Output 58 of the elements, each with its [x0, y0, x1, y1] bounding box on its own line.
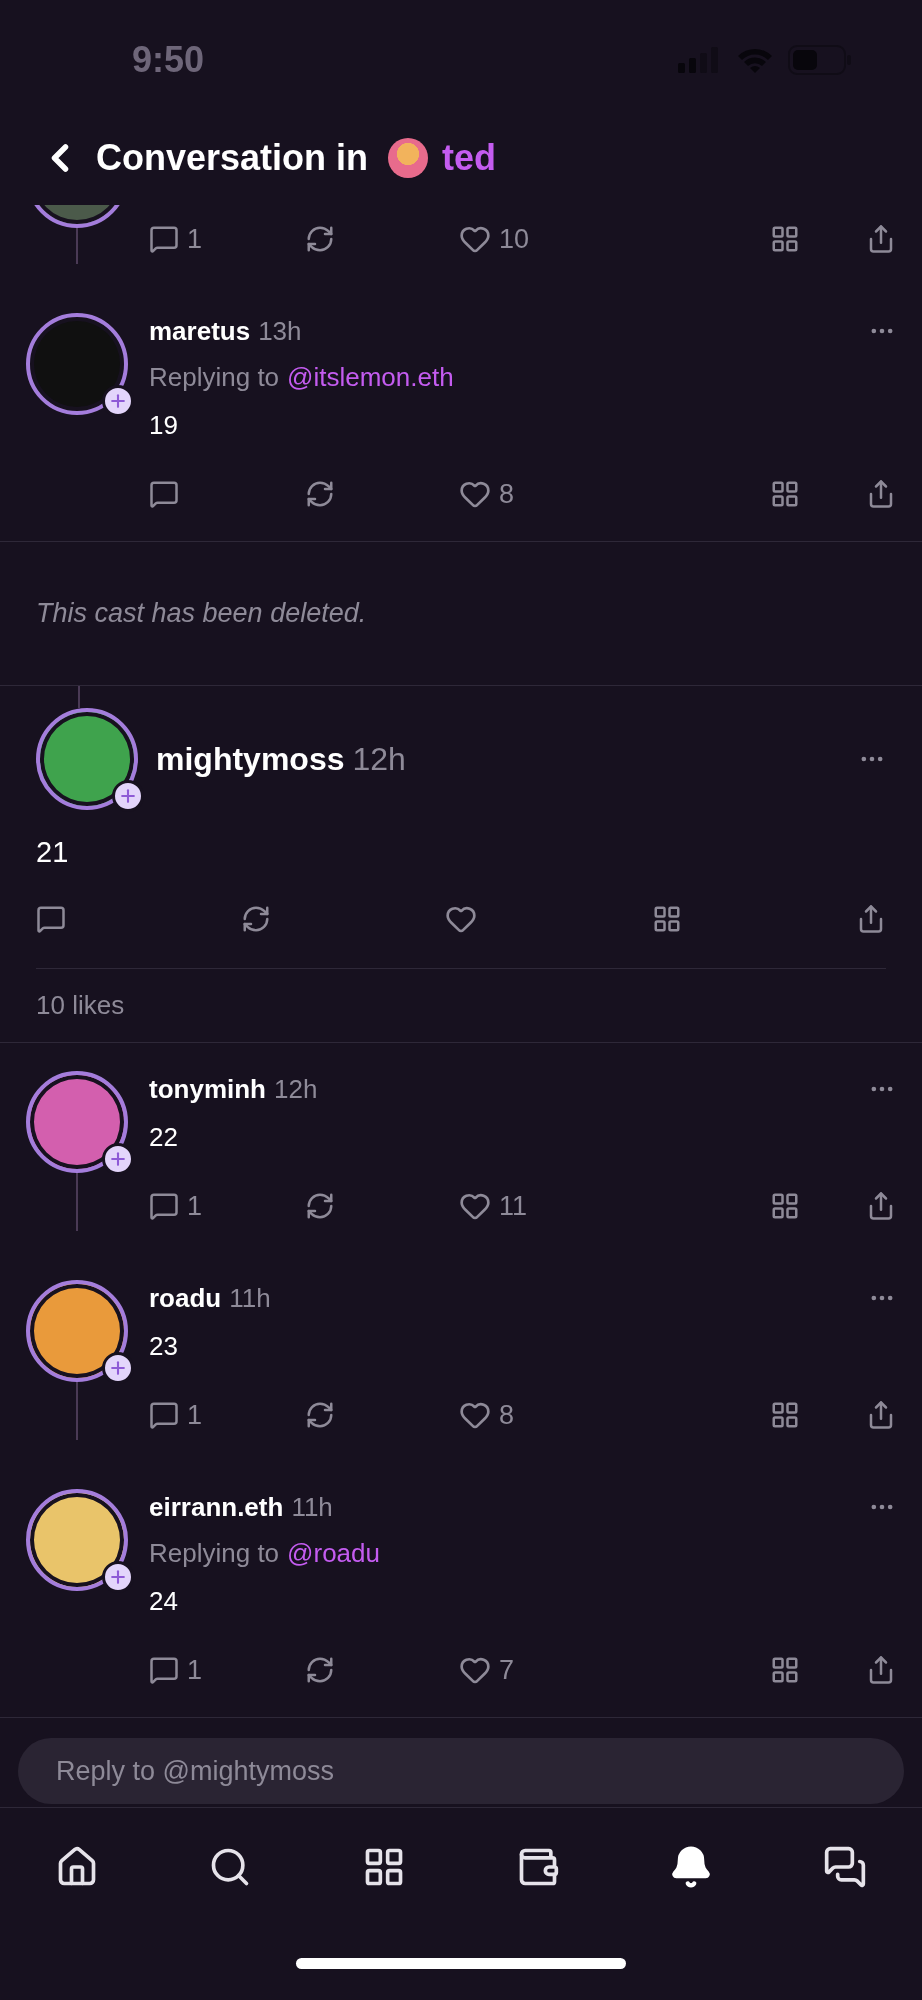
- reply-input[interactable]: Reply to @mightymoss: [18, 1738, 904, 1804]
- reply-button[interactable]: 1: [149, 223, 203, 255]
- timestamp: 13h: [258, 315, 302, 347]
- author-name[interactable]: mightymoss: [156, 740, 345, 778]
- comment-icon: [149, 479, 179, 509]
- deleted-notice: This cast has been deleted.: [0, 541, 922, 686]
- comment-icon: [149, 1400, 179, 1430]
- chat-bubbles-icon[interactable]: [823, 1845, 868, 1889]
- status-time: 9:50: [132, 40, 205, 80]
- recast-icon: [305, 1191, 335, 1221]
- comment-icon[interactable]: [36, 904, 66, 934]
- author-name[interactable]: maretus: [149, 315, 251, 347]
- like-button[interactable]: 11: [459, 1190, 528, 1222]
- timestamp: 11h: [291, 1491, 333, 1523]
- replying-label: Replying to: [149, 1537, 280, 1569]
- reply-button[interactable]: 1: [149, 1654, 203, 1686]
- recast-button[interactable]: [305, 1655, 335, 1685]
- reply-button[interactable]: 1: [149, 1190, 203, 1222]
- reply-button[interactable]: 1: [149, 1399, 203, 1431]
- like-button[interactable]: 10: [459, 223, 530, 255]
- recast-button[interactable]: [305, 1191, 335, 1221]
- reply-button[interactable]: [149, 479, 179, 509]
- recast-button[interactable]: [305, 479, 335, 509]
- channel-link[interactable]: ted: [442, 136, 497, 179]
- page-title: Conversation in: [96, 136, 369, 179]
- recast-button[interactable]: [305, 1400, 335, 1430]
- like-button[interactable]: 7: [459, 1654, 515, 1686]
- cast-text: 19: [149, 409, 179, 442]
- author-name[interactable]: eirrann.eth: [149, 1491, 284, 1523]
- recast-icon: [305, 1655, 335, 1685]
- cast-text: 24: [149, 1585, 179, 1618]
- replying-label: Replying to: [149, 361, 280, 393]
- comment-icon: [149, 1191, 179, 1221]
- recast-icon: [305, 224, 335, 254]
- plus-icon: [108, 1567, 128, 1587]
- plus-icon: [108, 1358, 128, 1378]
- plus-icon: [118, 786, 138, 806]
- like-button[interactable]: 8: [459, 478, 515, 510]
- likes-count[interactable]: 10 likes: [36, 969, 886, 1042]
- comment-icon: [149, 224, 179, 254]
- cast-text: 22: [149, 1121, 179, 1154]
- plus-icon: [108, 391, 128, 411]
- like-button[interactable]: 8: [459, 1399, 515, 1431]
- timestamp: 11h: [229, 1282, 271, 1314]
- author-name[interactable]: tonyminh: [149, 1073, 266, 1105]
- channel-avatar[interactable]: [388, 137, 429, 178]
- mention-link[interactable]: @itslemon.eth: [287, 361, 454, 393]
- timestamp: 12h: [274, 1073, 318, 1105]
- timestamp: 12h: [352, 740, 406, 778]
- recast-icon: [305, 1400, 335, 1430]
- mention-link[interactable]: @roadu: [287, 1537, 380, 1569]
- cast-text: 21: [36, 835, 70, 870]
- comment-icon: [149, 1655, 179, 1685]
- recast-button[interactable]: [305, 224, 335, 254]
- recast-icon: [305, 479, 335, 509]
- cast-text: 23: [149, 1330, 179, 1363]
- plus-icon: [108, 1149, 128, 1169]
- author-name[interactable]: roadu: [149, 1282, 222, 1314]
